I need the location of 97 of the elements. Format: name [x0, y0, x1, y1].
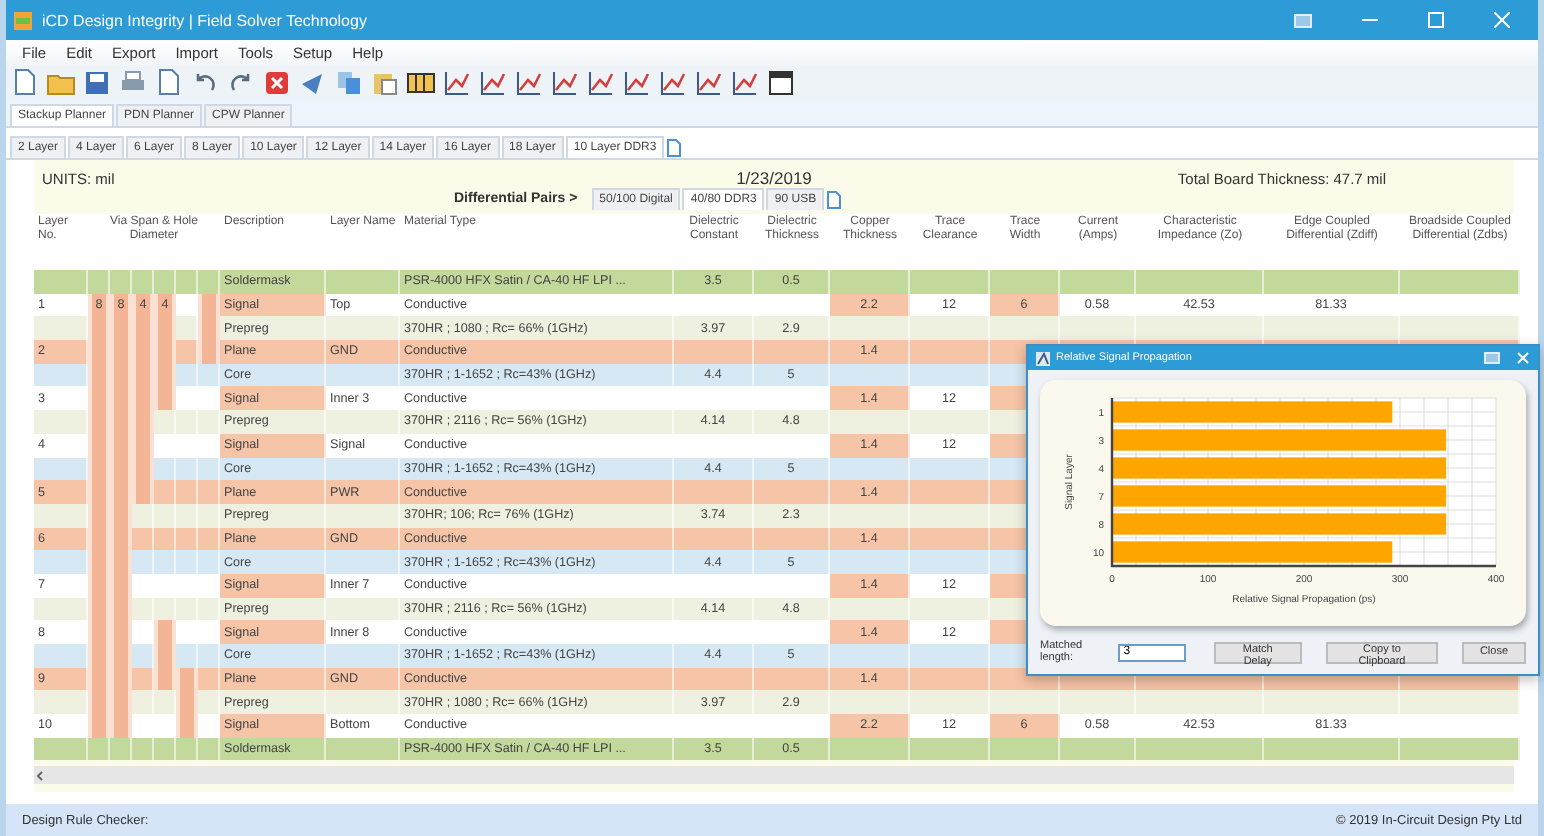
table-cell [754, 667, 830, 691]
app-icon [1036, 351, 1050, 365]
table-cell [34, 644, 88, 668]
new-tab-icon[interactable] [826, 189, 843, 209]
horizontal-scrollbar[interactable] [34, 766, 1514, 785]
table-cell [326, 410, 400, 434]
table-cell [674, 527, 754, 551]
table-cell [326, 457, 400, 481]
chart-icon[interactable] [694, 68, 724, 96]
table-cell [910, 644, 990, 668]
arrow-icon[interactable] [298, 68, 328, 96]
table-cell [34, 363, 88, 387]
table-cell [830, 503, 910, 528]
table-cell [326, 270, 400, 294]
table-cell [910, 550, 990, 574]
table-cell [830, 410, 910, 434]
table-cell [754, 480, 830, 504]
table-cell [326, 690, 400, 715]
table-cell [326, 503, 400, 528]
table-cell [1136, 737, 1264, 761]
chart-icon[interactable] [442, 68, 472, 96]
table-cell [1136, 270, 1264, 294]
table-cell [326, 644, 400, 668]
table-cell [1060, 316, 1136, 341]
scroll-left-icon[interactable] [34, 769, 46, 782]
table-cell [674, 340, 754, 364]
table-cell [754, 340, 830, 364]
new-tab-icon[interactable] [666, 138, 683, 158]
table-cell [990, 316, 1060, 341]
table-cell [1136, 316, 1264, 341]
table-cell [830, 550, 910, 574]
table-cell [1264, 316, 1400, 341]
table-cell [910, 340, 990, 364]
table-cell [1060, 270, 1136, 294]
table-cell [910, 270, 990, 294]
table-cell [830, 644, 910, 668]
table-cell [326, 597, 400, 621]
table-cell [830, 270, 910, 294]
table-cell [830, 363, 910, 387]
table-cell [910, 363, 990, 387]
table-cell [910, 410, 990, 434]
printer-icon[interactable] [118, 68, 148, 96]
table-cell [1136, 690, 1264, 715]
app-icon [14, 11, 32, 29]
table-cell [1264, 690, 1400, 715]
chart-icon[interactable] [550, 68, 580, 96]
table-cell [910, 480, 990, 504]
table-cell [990, 690, 1060, 715]
table-cell [34, 737, 88, 761]
table-cell [990, 737, 1060, 761]
table-cell [830, 690, 910, 715]
table-cell [34, 457, 88, 481]
maximize-icon[interactable] [1428, 12, 1444, 28]
table-cell [674, 667, 754, 691]
table-cell [1060, 690, 1136, 715]
delete-icon[interactable] [262, 68, 292, 96]
table-cell [910, 457, 990, 481]
restore-icon[interactable] [1294, 13, 1312, 27]
table-cell [34, 690, 88, 715]
table-cell [910, 527, 990, 551]
table-cell [326, 550, 400, 574]
table-cell [910, 690, 990, 715]
table-cell [830, 737, 910, 761]
chart-icon[interactable] [586, 68, 616, 96]
table-cell [34, 550, 88, 574]
copy-icon[interactable] [334, 68, 364, 96]
table-cell [326, 737, 400, 761]
window-icon[interactable] [766, 68, 796, 96]
close-icon[interactable] [1494, 12, 1510, 28]
chart-icon[interactable] [478, 68, 508, 96]
table-cell [674, 480, 754, 504]
table-cell [1264, 270, 1400, 294]
chart-icon[interactable] [730, 68, 760, 96]
table-cell [910, 503, 990, 528]
table-cell [1264, 737, 1400, 761]
columns-icon[interactable] [406, 68, 436, 96]
table-cell [326, 363, 400, 387]
table-cell [754, 527, 830, 551]
table-cell [34, 503, 88, 528]
table-cell [1060, 737, 1136, 761]
window-title: iCD Design Integrity | Field Solver Technology [42, 11, 369, 29]
table-cell [910, 316, 990, 341]
chart-icon[interactable] [658, 68, 688, 96]
table-cell [990, 270, 1060, 294]
table-cell [34, 316, 88, 341]
chart-icon[interactable] [622, 68, 652, 96]
table-cell [910, 737, 990, 761]
table-cell [830, 316, 910, 341]
table-cell [34, 410, 88, 434]
table-cell [910, 667, 990, 691]
table-cell [830, 597, 910, 621]
table-cell [830, 457, 910, 481]
chart-icon[interactable] [514, 68, 544, 96]
table-cell [34, 597, 88, 621]
date-label: 1/23/2019 [734, 168, 814, 188]
table-cell [910, 597, 990, 621]
table-cell [326, 316, 400, 341]
